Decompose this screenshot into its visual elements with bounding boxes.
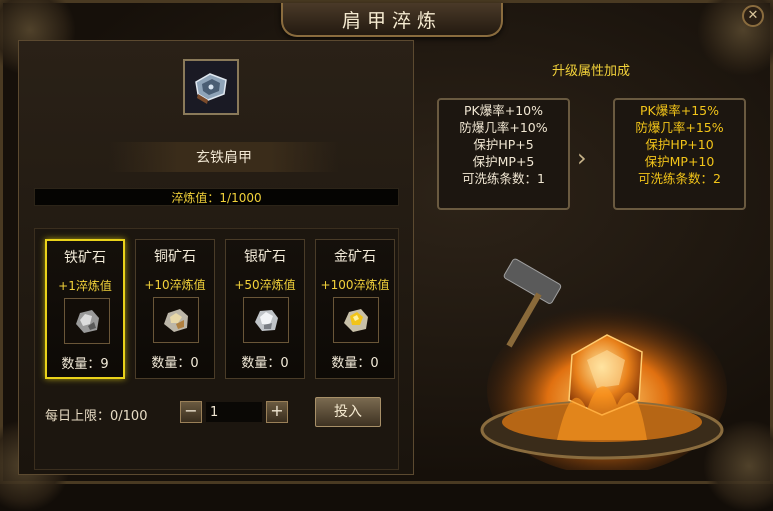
shoulder-armor-icon — [195, 73, 227, 104]
ore-card-iron[interactable]: 铁矿石 +1淬炼值 数量：9 — [45, 239, 125, 379]
ore-bonus: +50淬炼值 — [234, 278, 296, 292]
submit-button[interactable]: 投入 — [315, 397, 381, 427]
window-title: 肩甲淬炼 — [281, 3, 503, 37]
attribute-line: PK爆率+10% — [464, 103, 543, 118]
ore-name: 铜矿石 — [154, 249, 196, 265]
ore-list: 铁矿石 +1淬炼值 数量：9 铜矿石 +10淬炼值 数量：0 银矿石 +50淬炼… — [34, 228, 399, 470]
quantity-stepper: − + — [180, 401, 288, 423]
ore-icon-slot[interactable] — [153, 297, 199, 343]
ore-count: 数量：0 — [151, 356, 199, 371]
ore-card-gold[interactable]: 金矿石 +100淬炼值 数量：0 — [315, 239, 395, 379]
attribute-line: 防爆几率+15% — [635, 120, 724, 135]
close-button[interactable]: ✕ — [742, 5, 764, 27]
ore-count: 数量：9 — [61, 357, 109, 372]
attribute-line: 可洗练条数：1 — [462, 171, 545, 186]
ore-icon-slot[interactable] — [64, 298, 110, 344]
ore-bonus: +100淬炼值 — [320, 278, 390, 292]
ore-icon-slot[interactable] — [243, 297, 289, 343]
iron-ore-icon — [76, 310, 99, 333]
attribute-line: 保护MP+10 — [644, 154, 715, 169]
increase-button[interactable]: + — [266, 401, 288, 423]
refine-progress-label: 淬炼值：1/1000 — [171, 190, 262, 205]
attribute-title: 升级属性加成 — [551, 64, 630, 79]
ore-card-silver[interactable]: 银矿石 +50淬炼值 数量：0 — [225, 239, 305, 379]
attribute-line: PK爆率+15% — [640, 103, 719, 118]
current-attributes: PK爆率+10% 防爆几率+10% 保护HP+5 保护MP+5 可洗练条数：1 — [437, 98, 570, 210]
refine-panel: 玄铁肩甲 淬炼值：1/1000 铁矿石 +1淬炼值 数量：9 铜矿石 +10淬炼… — [18, 40, 414, 475]
gold-ore-icon — [344, 309, 368, 332]
ore-name: 银矿石 — [244, 249, 286, 265]
next-attributes: PK爆率+15% 防爆几率+15% 保护HP+10 保护MP+10 可洗练条数：… — [613, 98, 746, 210]
ore-bonus: +10淬炼值 — [144, 278, 206, 292]
copper-ore-icon — [164, 309, 188, 332]
equipment-slot[interactable] — [183, 59, 239, 115]
forge-anvil-illustration — [480, 258, 727, 470]
close-icon: ✕ — [747, 8, 759, 23]
daily-limit: 每日上限：0/100 — [45, 409, 148, 424]
quantity-input[interactable] — [206, 402, 262, 422]
attribute-line: 防爆几率+10% — [459, 120, 548, 135]
ore-card-copper[interactable]: 铜矿石 +10淬炼值 数量：0 — [135, 239, 215, 379]
window-frame: 肩甲淬炼 玄铁肩甲 淬炼值：1/1000 铁矿石 +1淬炼值 数量：9 铜矿石 … — [0, 0, 773, 511]
refine-progress-bar: 淬炼值：1/1000 — [34, 188, 399, 206]
arrow-right-icon: › — [577, 144, 587, 172]
equipment-name: 玄铁肩甲 — [109, 142, 339, 172]
ore-name: 金矿石 — [334, 249, 376, 265]
ore-icon-slot[interactable] — [333, 297, 379, 343]
silver-ore-icon — [255, 310, 278, 331]
attribute-line: 可洗练条数：2 — [638, 171, 721, 186]
decrease-button[interactable]: − — [180, 401, 202, 423]
attribute-line: 保护MP+5 — [472, 154, 535, 169]
attribute-panel: 升级属性加成 PK爆率+10% 防爆几率+10% 保护HP+5 保护MP+5 可… — [417, 40, 765, 475]
ore-count: 数量：0 — [241, 356, 289, 371]
attribute-line: 保护HP+5 — [473, 137, 534, 152]
ore-bonus: +1淬炼值 — [58, 279, 112, 293]
ore-count: 数量：0 — [331, 356, 379, 371]
ore-name: 铁矿石 — [64, 250, 106, 266]
attribute-line: 保护HP+10 — [645, 137, 714, 152]
